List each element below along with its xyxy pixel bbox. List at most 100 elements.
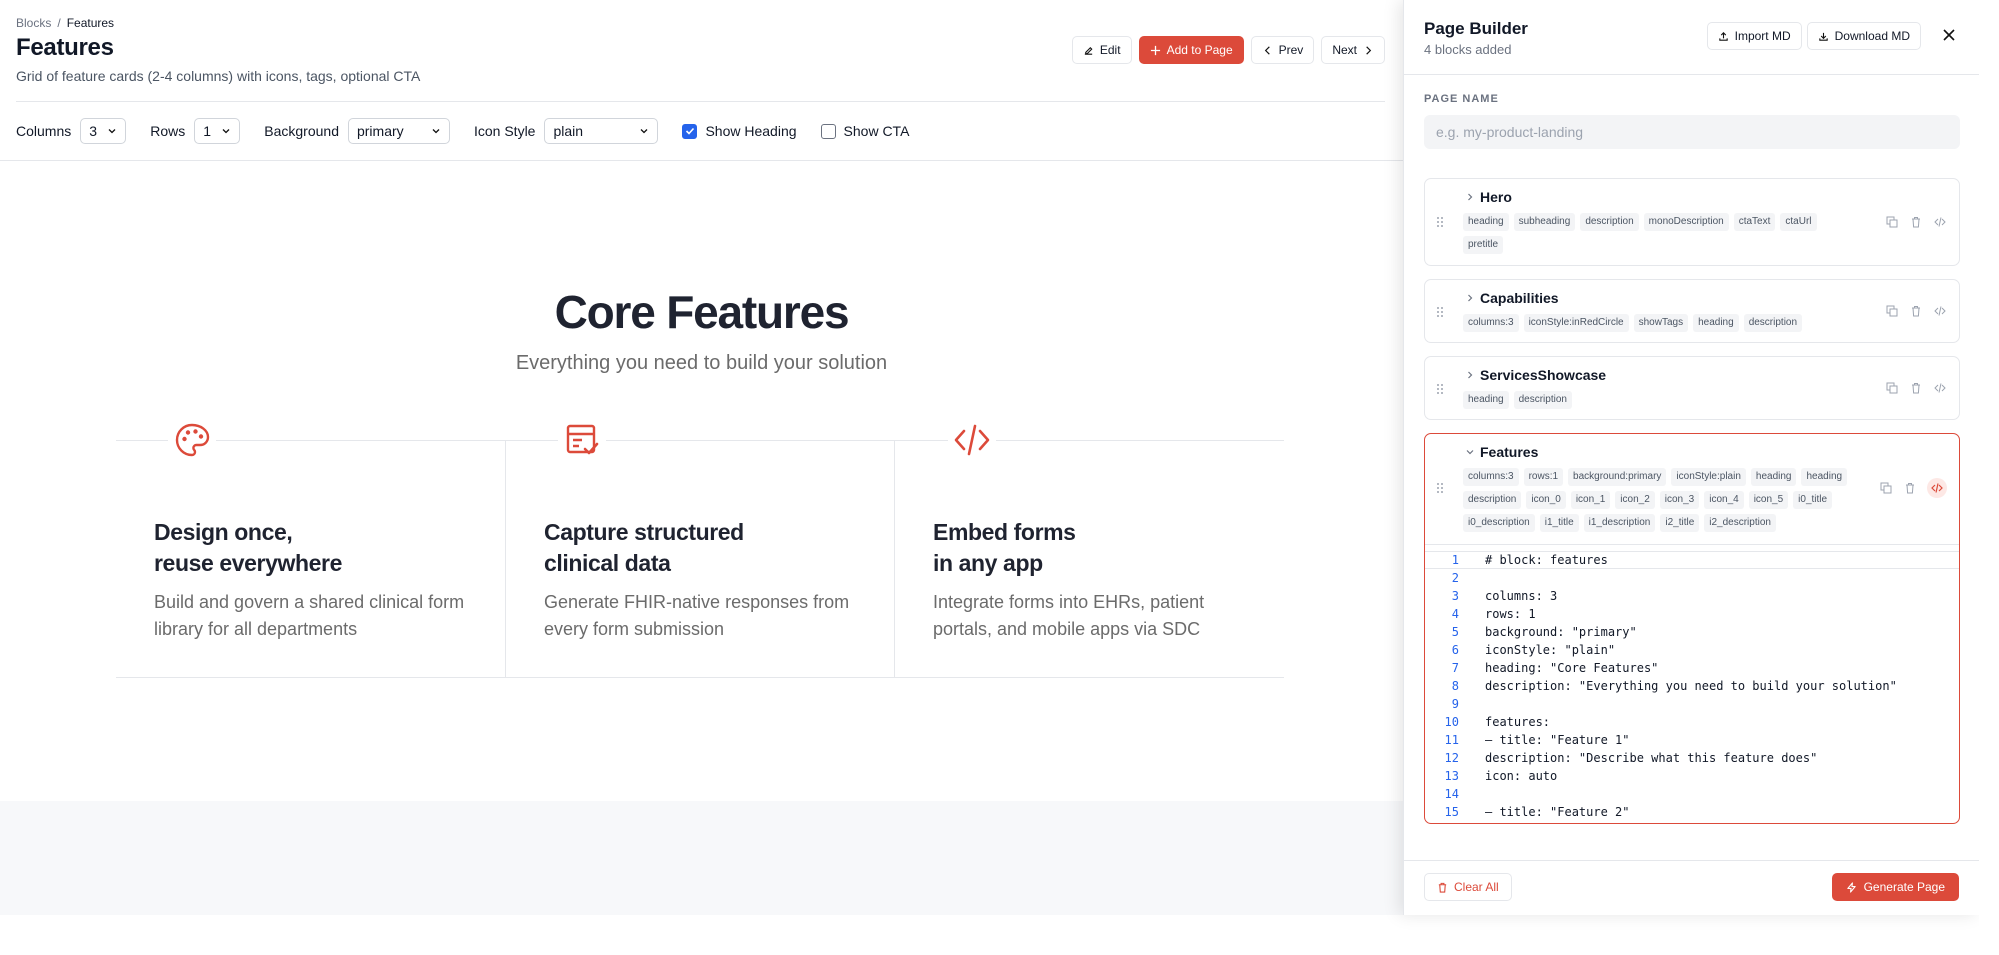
show-heading-checkbox[interactable] xyxy=(682,123,698,139)
trash-icon xyxy=(1438,882,1447,893)
columns-value: 3 xyxy=(89,123,98,139)
tag: icon_0 xyxy=(1526,491,1566,509)
drag-handle-icon[interactable] xyxy=(1436,306,1444,318)
trash-icon[interactable] xyxy=(1909,381,1923,395)
block-tags: heading description xyxy=(1463,391,1859,409)
check-icon xyxy=(685,127,695,135)
block-card-features[interactable]: Features columns:3 rows:1 background:pri… xyxy=(1424,433,1960,824)
trash-icon[interactable] xyxy=(1909,215,1923,229)
line-number: 12 xyxy=(1444,751,1459,765)
block-name-label: Capabilities xyxy=(1480,290,1559,306)
edit-button[interactable]: Edit xyxy=(1071,36,1132,64)
code-editor[interactable]: 1 # block: features 2 3 columns: 3 4 rows: 1 5 b… xyxy=(1425,544,1959,823)
icon-style-select[interactable]: plain xyxy=(544,118,659,144)
line-content: icon: auto xyxy=(1485,769,1558,783)
line-number: 13 xyxy=(1444,769,1459,783)
grid-divider xyxy=(505,440,506,677)
line-content: description: "Describe what this feature… xyxy=(1485,751,1818,765)
trash-icon[interactable] xyxy=(1903,481,1917,495)
line-number: 9 xyxy=(1451,697,1459,711)
drag-handle-icon[interactable] xyxy=(1436,383,1444,395)
feature-card: Embed forms in any app Integrate forms i… xyxy=(933,517,1253,643)
show-cta-checkbox[interactable] xyxy=(820,123,836,139)
tag: ctaUrl xyxy=(1780,213,1817,231)
chevron-down-icon[interactable] xyxy=(1465,447,1475,457)
prev-button[interactable]: Prev xyxy=(1250,36,1315,64)
tag: heading xyxy=(1801,468,1848,486)
grid-divider xyxy=(116,677,1284,678)
page-margin xyxy=(1979,0,1999,955)
code-icon[interactable] xyxy=(1927,478,1947,498)
code-icon[interactable] xyxy=(1933,215,1947,229)
block-card-services-showcase[interactable]: ServicesShowcase heading description xyxy=(1424,356,1960,420)
next-button[interactable]: Next xyxy=(1321,36,1385,64)
download-icon xyxy=(1818,32,1828,41)
page-builder-panel: Page Builder 4 blocks added Import MD Do… xyxy=(1403,0,1979,915)
chevron-down-icon xyxy=(432,129,440,134)
copy-icon[interactable] xyxy=(1885,215,1899,229)
code-line: 7 heading: "Core Features" xyxy=(1425,659,1959,677)
chevron-down-icon xyxy=(222,129,230,134)
copy-icon[interactable] xyxy=(1885,304,1899,318)
page-name-input[interactable]: e.g. my-product-landing xyxy=(1424,115,1960,149)
feature-title: Embed forms in any app xyxy=(933,519,1076,576)
grid-divider xyxy=(116,440,1284,441)
code-icon[interactable] xyxy=(1933,381,1947,395)
block-name: ServicesShowcase xyxy=(1468,367,1606,383)
chevron-right-icon[interactable] xyxy=(1465,293,1475,303)
columns-select[interactable]: 3 xyxy=(80,118,127,144)
show-heading-label: Show Heading xyxy=(705,123,797,139)
chevron-right-icon[interactable] xyxy=(1465,370,1475,380)
tag: heading xyxy=(1463,213,1509,231)
code-icon[interactable] xyxy=(1933,304,1947,318)
code-line: 9 xyxy=(1425,695,1959,713)
line-number: 2 xyxy=(1451,571,1459,585)
columns-label: Columns xyxy=(16,123,72,139)
block-tags: heading subheading description monoDescr… xyxy=(1463,213,1859,254)
line-number: 7 xyxy=(1451,661,1459,675)
chevron-down-icon xyxy=(641,129,648,134)
rows-select[interactable]: 1 xyxy=(194,118,241,144)
tag: icon_3 xyxy=(1659,491,1700,509)
import-md-button[interactable]: Import MD xyxy=(1706,22,1802,50)
block-card-capabilities[interactable]: Capabilities columns:3 iconStyle:inRedCi… xyxy=(1424,279,1960,343)
preview-heading: Core Features xyxy=(554,286,850,338)
generate-page-button[interactable]: Generate Page xyxy=(1831,873,1959,901)
prev-label: Prev xyxy=(1278,43,1304,57)
clear-all-button[interactable]: Clear All xyxy=(1424,873,1512,901)
form-check-icon xyxy=(558,416,606,464)
chevron-right-icon[interactable] xyxy=(1465,192,1475,202)
background-select[interactable]: primary xyxy=(347,118,450,144)
line-content: features: xyxy=(1485,715,1551,729)
download-md-button[interactable]: Download MD xyxy=(1806,22,1921,50)
download-md-label: Download MD xyxy=(1834,29,1910,43)
grid-divider xyxy=(894,440,895,677)
line-number: 1 xyxy=(1451,553,1459,567)
line-content: description: "Everything you need to bui… xyxy=(1485,679,1897,693)
line-number: 15 xyxy=(1444,805,1459,819)
rows-label: Rows xyxy=(150,123,186,139)
preview-description: Everything you need to build your soluti… xyxy=(515,352,888,374)
copy-icon[interactable] xyxy=(1885,381,1899,395)
block-actions xyxy=(1885,381,1947,395)
block-card-hero[interactable]: Hero heading subheading description mono… xyxy=(1424,178,1960,266)
add-to-page-button[interactable]: Add to Page xyxy=(1138,36,1244,64)
trash-icon[interactable] xyxy=(1909,304,1923,318)
code-line: 6 iconStyle: "plain" xyxy=(1425,641,1959,659)
tag: description xyxy=(1463,491,1522,509)
breadcrumb-current: Features xyxy=(66,16,115,30)
tag: iconStyle:inRedCircle xyxy=(1523,314,1629,332)
tag: pretitle xyxy=(1463,236,1504,254)
drag-handle-icon[interactable] xyxy=(1436,482,1444,494)
tag: description xyxy=(1513,391,1572,409)
close-icon[interactable] xyxy=(1941,27,1957,43)
divider xyxy=(16,101,1385,102)
feature-description: Build and govern a shared clinical form … xyxy=(154,592,465,639)
drag-handle-icon[interactable] xyxy=(1436,216,1444,228)
line-number: 11 xyxy=(1444,733,1459,747)
tag: heading xyxy=(1463,391,1509,409)
clear-all-label: Clear All xyxy=(1454,880,1499,894)
breadcrumb-root[interactable]: Blocks xyxy=(16,16,51,30)
page-title: Features xyxy=(16,34,114,61)
copy-icon[interactable] xyxy=(1879,481,1893,495)
